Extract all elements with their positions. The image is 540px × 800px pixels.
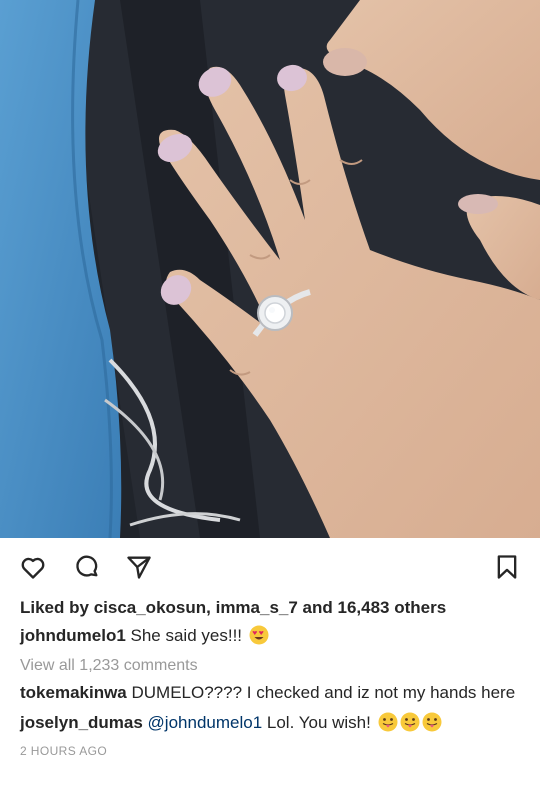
comment-item: tokemakinwa DUMELO???? I checked and iz …	[20, 682, 520, 704]
post-timestamp: 2 HOURS AGO	[20, 744, 108, 758]
caption: johndumelo1 She said yes!!!	[20, 625, 520, 647]
liker-username[interactable]: cisca_okosun	[94, 598, 206, 617]
view-all-comments-link[interactable]: View all 1,233 comments	[20, 655, 520, 677]
comment-text: DUMELO???? I checked and iz not my hands…	[126, 683, 516, 702]
caption-text: She said yes!!!	[125, 626, 247, 645]
comment-username[interactable]: tokemakinwa	[20, 683, 127, 702]
post-photo[interactable]	[0, 0, 540, 538]
bookmark-icon[interactable]	[492, 552, 522, 582]
caption-username[interactable]: johndumelo1	[20, 626, 126, 645]
comment-username[interactable]: joselyn_dumas	[20, 713, 143, 732]
post-details: Liked by cisca_okosun, imma_s_7 and 16,4…	[0, 596, 540, 758]
share-icon[interactable]	[124, 552, 154, 582]
heart-icon[interactable]	[18, 552, 48, 582]
likes-and: and	[297, 598, 338, 617]
tongue-out-emoji	[378, 712, 398, 732]
heart-eyes-emoji	[249, 625, 269, 645]
tongue-out-emoji	[422, 712, 442, 732]
comment-text: Lol. You wish!	[262, 713, 376, 732]
comment-item: joselyn_dumas @johndumelo1 Lol. You wish…	[20, 712, 520, 734]
likes-count[interactable]: 16,483 others	[338, 598, 447, 617]
tongue-out-emoji	[400, 712, 420, 732]
likes-prefix: Liked by	[20, 598, 94, 617]
likes-separator: ,	[206, 598, 216, 617]
liker-username[interactable]: imma_s_7	[216, 598, 298, 617]
ring-hand-image	[0, 0, 540, 538]
likes-line: Liked by cisca_okosun, imma_s_7 and 16,4…	[20, 596, 520, 620]
comment-icon[interactable]	[72, 552, 102, 582]
comment-mention[interactable]: @johndumelo1	[143, 713, 263, 732]
action-bar	[0, 538, 540, 594]
